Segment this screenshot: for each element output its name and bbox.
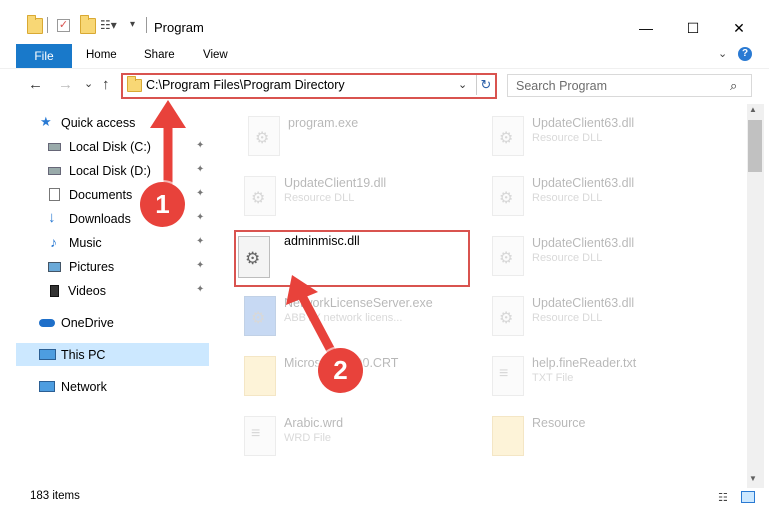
step-1-badge: 1 — [140, 182, 185, 227]
step-2-badge: 2 — [318, 348, 363, 393]
arrow-1-head — [150, 100, 186, 128]
annotation-arrows — [150, 100, 340, 363]
